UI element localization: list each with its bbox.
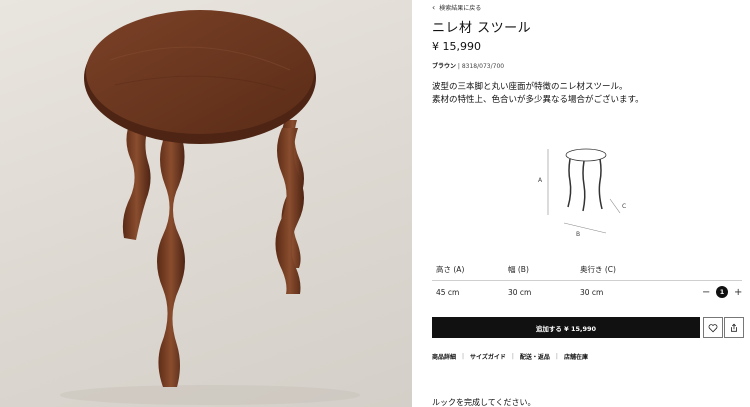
color-name: ブラウン: [432, 63, 457, 70]
share-icon: [731, 323, 737, 332]
dimensions-table: 高さ (A) 幅 (B) 奥行き (C) 45 cm 30 cm 30 cm −…: [432, 259, 742, 303]
product-image[interactable]: [0, 0, 412, 407]
link-size-guide[interactable]: サイズガイド: [470, 352, 506, 361]
dimensions-header-row: 高さ (A) 幅 (B) 奥行き (C): [432, 259, 742, 281]
favorite-button[interactable]: [703, 317, 723, 338]
back-link-label: 検索結果に戻る: [439, 5, 482, 12]
header-height: 高さ (A): [436, 265, 465, 274]
dim-label-a: A: [538, 177, 543, 184]
share-button[interactable]: [724, 317, 744, 338]
link-store-stock[interactable]: 店舗在庫: [564, 352, 588, 361]
back-to-results-link[interactable]: ‹ 検索結果に戻る: [432, 3, 481, 12]
quantity-stepper: − 1 +: [702, 286, 742, 298]
stool-sketch: [547, 148, 621, 234]
stool-photo: [60, 10, 360, 405]
chevron-left-icon: ‹: [432, 2, 436, 12]
value-height: 45 cm: [436, 287, 460, 297]
link-product-details[interactable]: 商品詳細: [432, 352, 456, 361]
description-line: 素材の特性上、色合いが多少異なる場合がございます。: [432, 95, 644, 105]
link-separator: |: [555, 353, 558, 360]
increase-quantity-button[interactable]: +: [734, 287, 742, 298]
dim-label-c: C: [622, 203, 627, 210]
link-separator: |: [511, 353, 514, 360]
info-links: 商品詳細 | サイズガイド | 配送・返品 | 店舗在庫: [432, 352, 588, 361]
link-separator: |: [462, 353, 465, 360]
product-title: ニレ材 スツール: [432, 21, 532, 36]
quantity-value: 1: [716, 286, 728, 298]
description-line: 波型の三本脚と丸い座面が特徴のニレ材スツール。: [432, 82, 628, 92]
product-info-panel: ‹ 検索結果に戻る ニレ材 スツール ¥ 15,990 ブラウン | 8318/…: [412, 0, 750, 407]
dimension-diagram: A B C: [532, 143, 632, 243]
decrease-quantity-button[interactable]: −: [702, 287, 710, 298]
product-description: 波型の三本脚と丸い座面が特徴のニレ材スツール。 素材の特性上、色合いが多少異なる…: [432, 81, 644, 107]
value-depth: 30 cm: [580, 287, 604, 297]
complete-the-look-heading: ルックを完成してください。: [432, 398, 536, 407]
product-price: ¥ 15,990: [432, 40, 481, 53]
header-width: 幅 (B): [508, 265, 529, 274]
value-width: 30 cm: [508, 287, 532, 297]
add-to-cart-button[interactable]: 追加する ¥ 15,990: [432, 317, 700, 338]
header-depth: 奥行き (C): [580, 265, 616, 274]
color-reference: ブラウン | 8318/073/700: [432, 61, 504, 70]
link-shipping-returns[interactable]: 配送・返品: [520, 352, 550, 361]
dimensions-value-row: 45 cm 30 cm 30 cm − 1 +: [432, 281, 742, 303]
reference-number: 8318/073/700: [461, 63, 505, 70]
heart-icon: [708, 323, 718, 332]
dim-label-b: B: [576, 231, 581, 238]
